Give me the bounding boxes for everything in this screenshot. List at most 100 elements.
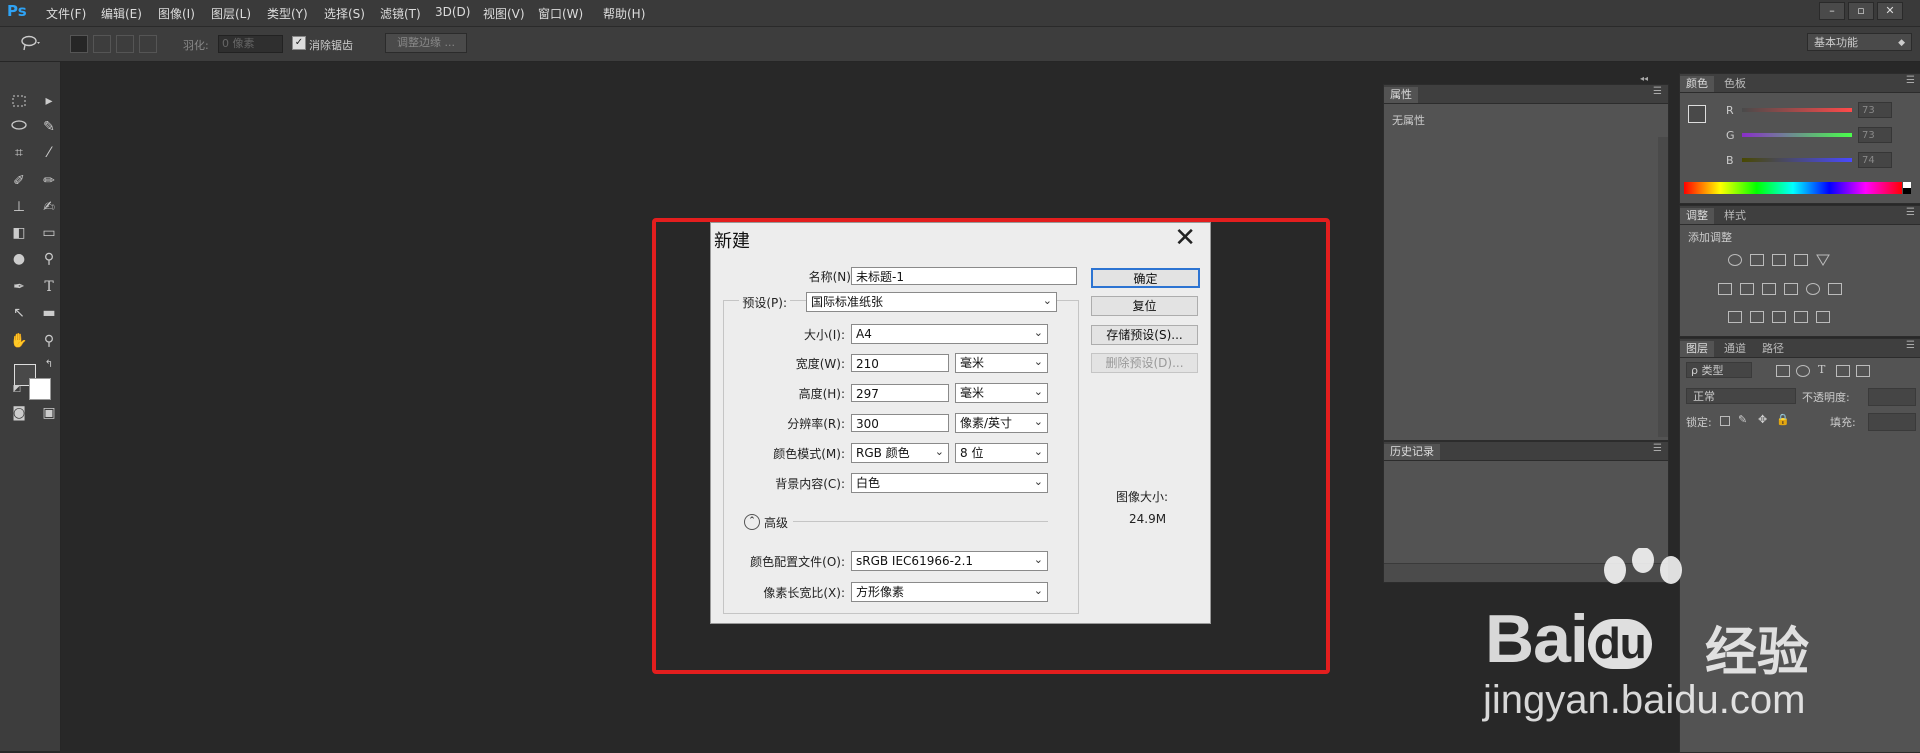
bit-depth-select[interactable]: 8 位 ⌄	[955, 443, 1048, 463]
bw-ramp[interactable]	[1903, 182, 1911, 194]
width-input[interactable]: 210	[851, 354, 949, 372]
filter-pixel-icon[interactable]	[1776, 365, 1790, 377]
restore-button[interactable]: ▫	[1848, 2, 1874, 20]
height-unit-select[interactable]: 毫米 ⌄	[955, 383, 1048, 403]
vibrance-icon[interactable]	[1816, 254, 1830, 266]
history-brush-icon[interactable]: ✍	[40, 198, 58, 216]
eraser-icon[interactable]: ◧	[10, 224, 28, 242]
levels-icon[interactable]	[1750, 254, 1764, 266]
exposure-icon[interactable]	[1794, 254, 1808, 266]
filter-type-icon[interactable]: T	[1818, 363, 1825, 376]
pen-icon[interactable]: ✒	[10, 278, 28, 296]
minimize-button[interactable]: –	[1819, 2, 1845, 20]
dialog-close-icon[interactable]: ✕	[1174, 225, 1196, 251]
zoom-icon[interactable]: ⚲	[40, 332, 58, 350]
menu-file[interactable]: 文件(F)	[46, 5, 86, 22]
color-profile-select[interactable]: sRGB IEC61966-2.1 ⌄	[851, 551, 1048, 571]
menu-edit[interactable]: 编辑(E)	[101, 5, 142, 22]
background-color-swatch[interactable]	[29, 378, 51, 400]
brightness-icon[interactable]	[1728, 254, 1742, 266]
reset-button[interactable]: 复位	[1091, 296, 1198, 316]
resolution-unit-select[interactable]: 像素/英寸 ⌄	[955, 413, 1048, 433]
clone-stamp-icon[interactable]: ⊥	[10, 198, 28, 216]
gradient-map-icon[interactable]	[1794, 311, 1808, 323]
channel-g-slider[interactable]	[1742, 133, 1852, 137]
menu-select[interactable]: 选择(S)	[324, 5, 365, 22]
lock-position-icon[interactable]: ✥	[1758, 413, 1767, 426]
invert-icon[interactable]	[1728, 311, 1742, 323]
threshold-icon[interactable]	[1772, 311, 1786, 323]
ok-button[interactable]: 确定	[1091, 268, 1200, 288]
tab-history[interactable]: 历史记录	[1384, 444, 1440, 460]
save-preset-button[interactable]: 存储预设(S)...	[1091, 325, 1198, 345]
pixel-aspect-select[interactable]: 方形像素 ⌄	[851, 582, 1048, 602]
rectangle-shape-icon[interactable]: ▬	[40, 304, 58, 322]
refine-edge-button[interactable]: 调整边缘 ...	[385, 33, 467, 53]
channel-mixer-icon[interactable]	[1806, 283, 1820, 295]
width-unit-select[interactable]: 毫米 ⌄	[955, 353, 1048, 373]
size-select[interactable]: A4 ⌄	[851, 324, 1048, 344]
intersect-selection-icon[interactable]	[139, 35, 157, 53]
lasso-tool-preset-icon[interactable]	[20, 34, 42, 52]
new-selection-icon[interactable]	[70, 35, 88, 53]
swap-colors-icon[interactable]: ↰	[40, 356, 58, 374]
panel-menu-icon[interactable]: ☰	[1906, 207, 1915, 218]
close-window-button[interactable]: ✕	[1877, 2, 1903, 20]
tab-swatches[interactable]: 色板	[1718, 76, 1752, 92]
tab-color[interactable]: 颜色	[1680, 76, 1714, 92]
menu-window[interactable]: 窗口(W)	[538, 5, 583, 22]
preset-select[interactable]: 国际标准纸张 ⌄	[806, 292, 1057, 312]
hue-saturation-icon[interactable]	[1718, 283, 1732, 295]
background-select[interactable]: 白色 ⌄	[851, 473, 1048, 493]
gradient-icon[interactable]: ▭	[40, 224, 58, 242]
tab-paths[interactable]: 路径	[1756, 341, 1790, 357]
screen-mode-icon[interactable]: ▣	[40, 404, 58, 422]
quick-selection-icon[interactable]: ✎	[40, 118, 58, 136]
menu-type[interactable]: 类型(Y)	[267, 5, 308, 22]
color-spectrum-ramp[interactable]	[1684, 182, 1902, 194]
delete-preset-button[interactable]: 删除预设(D)...	[1091, 353, 1198, 373]
lock-transparent-icon[interactable]	[1720, 416, 1730, 426]
opacity-input[interactable]	[1868, 388, 1916, 406]
brush-icon[interactable]: ✏	[40, 172, 58, 190]
panel-menu-icon[interactable]: ☰	[1906, 340, 1915, 351]
menu-image[interactable]: 图像(I)	[158, 5, 195, 22]
eyedropper-icon[interactable]: ⁄	[40, 144, 58, 162]
color-mode-select[interactable]: RGB 颜色 ⌄	[851, 443, 949, 463]
hand-icon[interactable]: ✋	[10, 332, 28, 350]
tab-layers[interactable]: 图层	[1680, 341, 1714, 357]
resolution-input[interactable]: 300	[851, 414, 949, 432]
channel-b-slider[interactable]	[1742, 158, 1852, 162]
path-selection-icon[interactable]: ↖	[10, 304, 28, 322]
photo-filter-icon[interactable]	[1784, 283, 1798, 295]
workspace-select[interactable]: 基本功能 ◆	[1807, 33, 1912, 51]
layer-filter-select[interactable]: ρ 类型	[1686, 362, 1752, 378]
menu-layer[interactable]: 图层(L)	[211, 5, 251, 22]
channel-g-value[interactable]: 73	[1858, 127, 1892, 143]
feather-input[interactable]: 0 像素	[218, 35, 283, 53]
filter-smart-object-icon[interactable]	[1856, 365, 1870, 377]
color-balance-icon[interactable]	[1740, 283, 1754, 295]
color-lookup-icon[interactable]	[1828, 283, 1842, 295]
channel-r-value[interactable]: 73	[1858, 102, 1892, 118]
collapse-advanced-icon[interactable]: ⌃	[744, 514, 760, 530]
panel-menu-icon[interactable]: ☰	[1653, 86, 1662, 97]
posterize-icon[interactable]	[1750, 311, 1764, 323]
height-input[interactable]: 297	[851, 384, 949, 402]
filter-adjustment-icon[interactable]	[1796, 365, 1810, 377]
rect-marquee-icon[interactable]	[10, 92, 28, 110]
dodge-icon[interactable]: ⚲	[40, 250, 58, 268]
filter-shape-icon[interactable]	[1836, 365, 1850, 377]
fill-input[interactable]	[1868, 413, 1916, 431]
lasso-icon[interactable]	[10, 118, 28, 136]
blend-mode-select[interactable]: 正常	[1686, 388, 1796, 404]
panel-menu-icon[interactable]: ☰	[1653, 443, 1662, 454]
add-selection-icon[interactable]	[93, 35, 111, 53]
black-white-icon[interactable]	[1762, 283, 1776, 295]
tab-channels[interactable]: 通道	[1718, 341, 1752, 357]
channel-r-slider[interactable]	[1742, 108, 1852, 112]
quick-mask-icon[interactable]: ◙	[10, 404, 28, 422]
antialias-checkbox[interactable]: ✓	[292, 36, 306, 50]
panel-menu-icon[interactable]: ☰	[1906, 75, 1915, 86]
blur-icon[interactable]: ●	[10, 250, 28, 268]
